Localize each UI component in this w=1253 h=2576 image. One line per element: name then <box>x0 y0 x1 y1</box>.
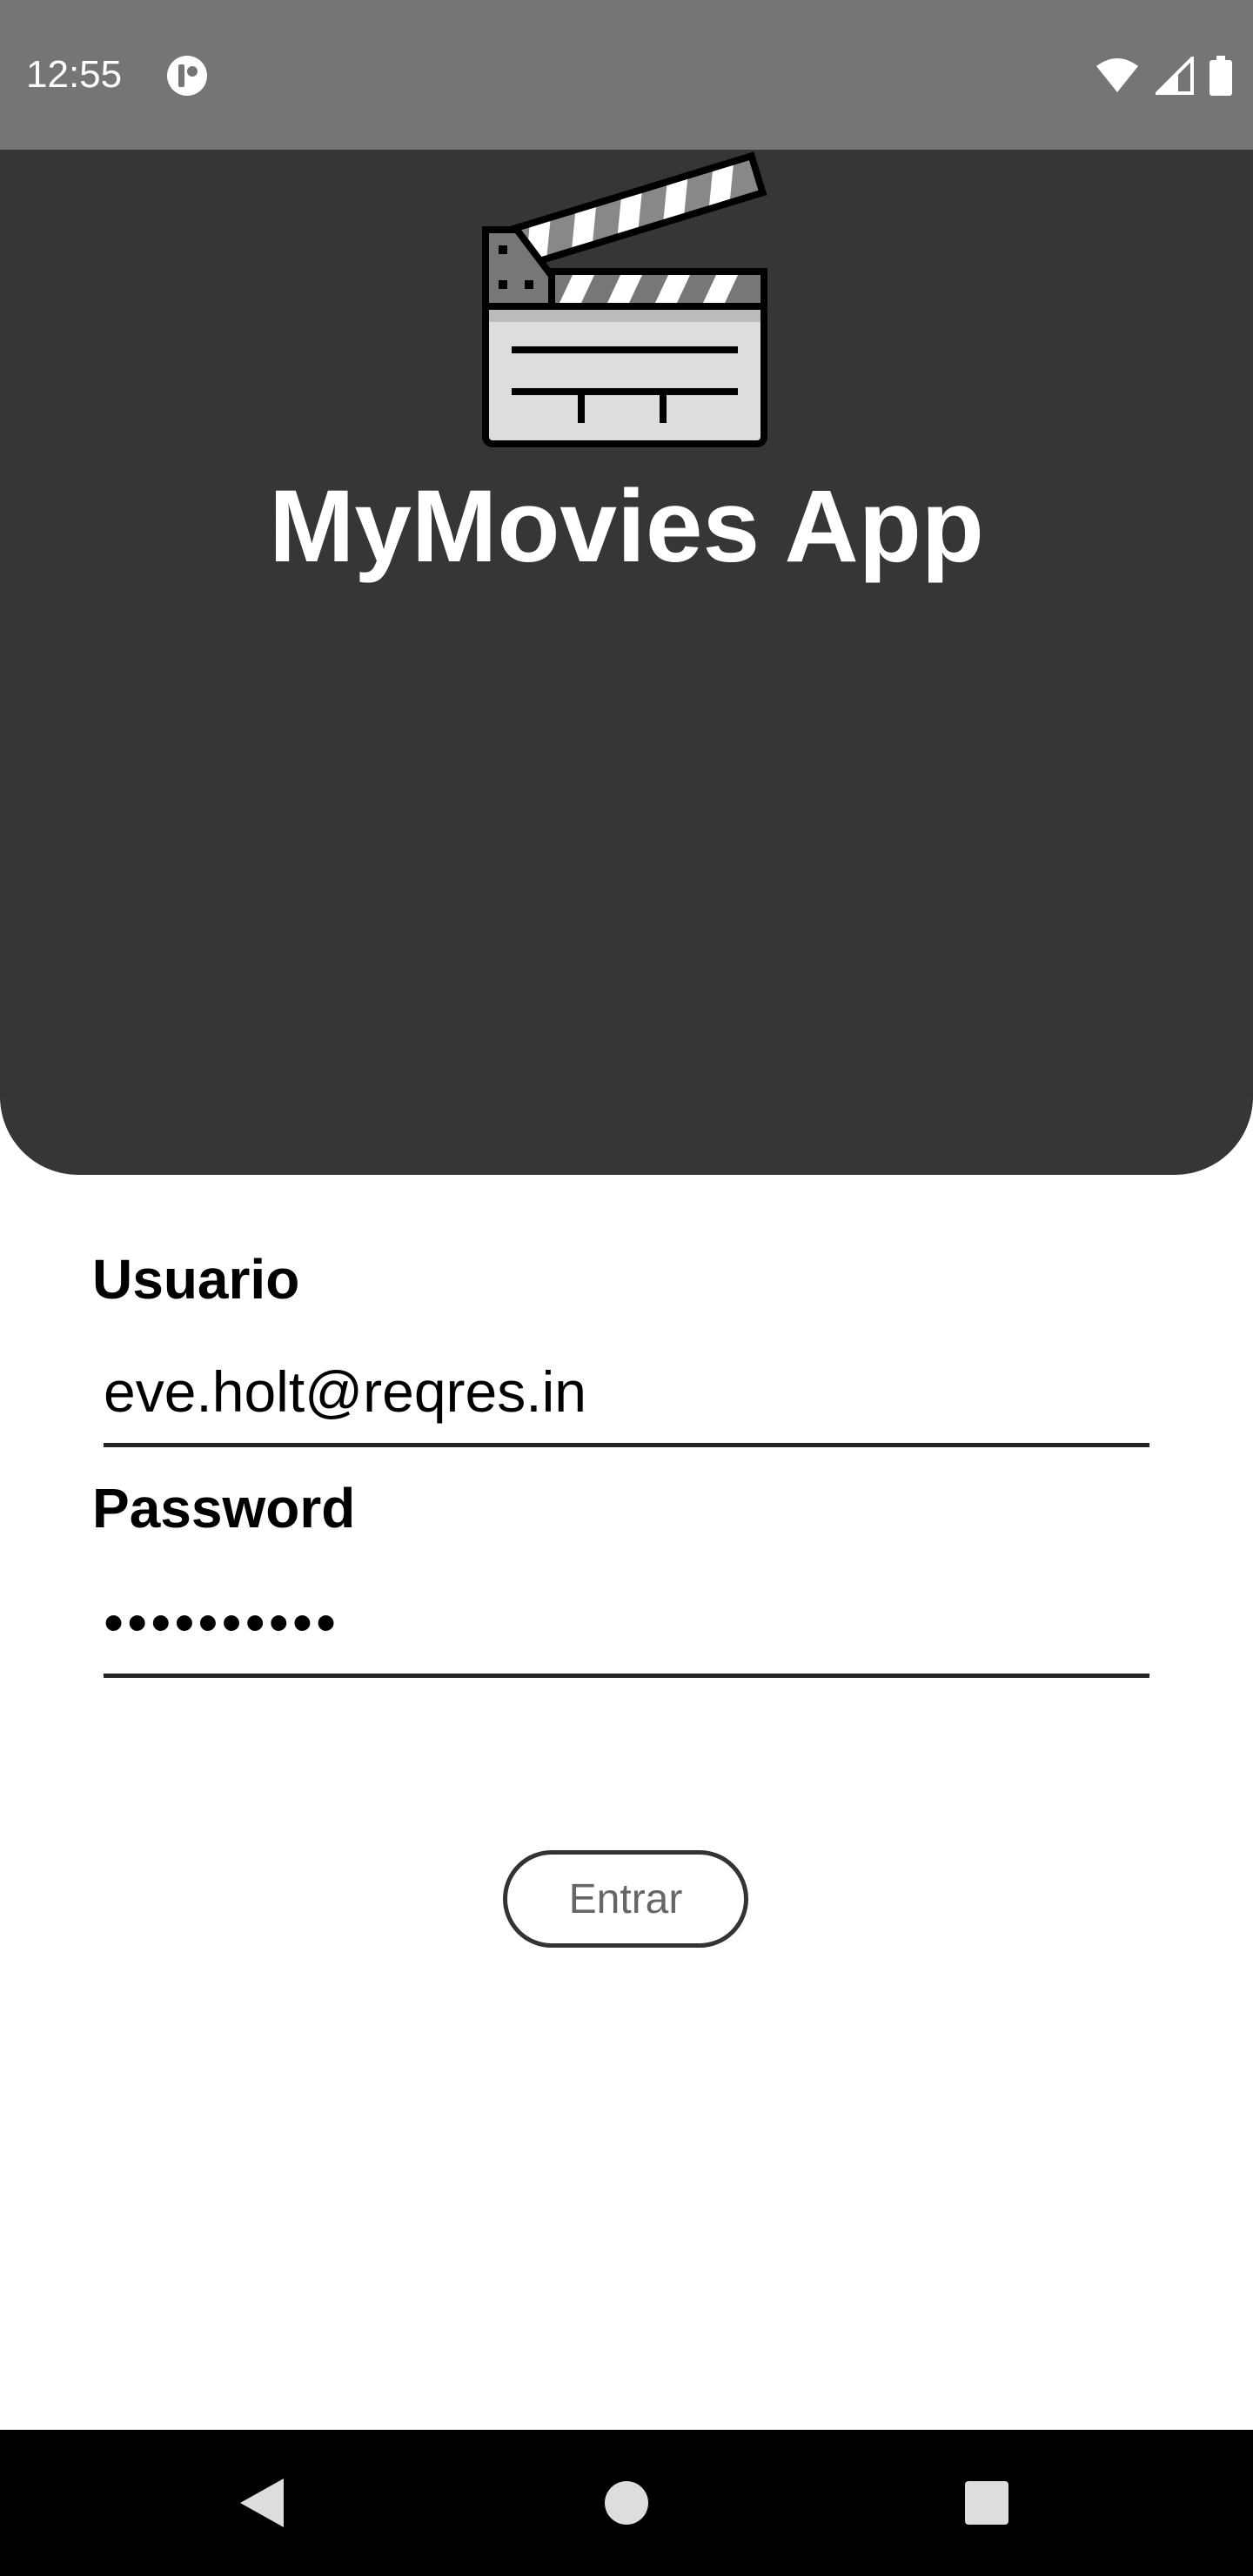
login-button[interactable]: Entrar <box>503 1850 748 1948</box>
wifi-icon <box>1096 58 1138 92</box>
clapperboard-icon <box>482 151 767 447</box>
back-icon <box>240 2479 284 2527</box>
recents-button[interactable] <box>943 2430 1030 2576</box>
header-banner: MyMovies App <box>0 150 1253 1175</box>
battery-icon <box>1209 56 1232 96</box>
username-label: Usuario <box>92 1248 300 1311</box>
home-button[interactable] <box>583 2430 670 2576</box>
app-title: MyMovies App <box>269 469 984 584</box>
back-button[interactable] <box>218 2430 305 2576</box>
home-icon <box>605 2481 648 2525</box>
app-notification-icon <box>167 56 207 96</box>
navigation-bar <box>0 2430 1253 2576</box>
cell-signal-icon <box>1156 57 1194 95</box>
password-label: Password <box>92 1477 356 1540</box>
status-icons <box>1095 52 1232 99</box>
password-field[interactable] <box>104 1571 1149 1678</box>
recents-icon <box>965 2481 1008 2525</box>
username-field[interactable] <box>104 1340 1149 1447</box>
status-time: 12:55 <box>26 53 123 96</box>
status-bar: 12:55 <box>0 0 1253 150</box>
